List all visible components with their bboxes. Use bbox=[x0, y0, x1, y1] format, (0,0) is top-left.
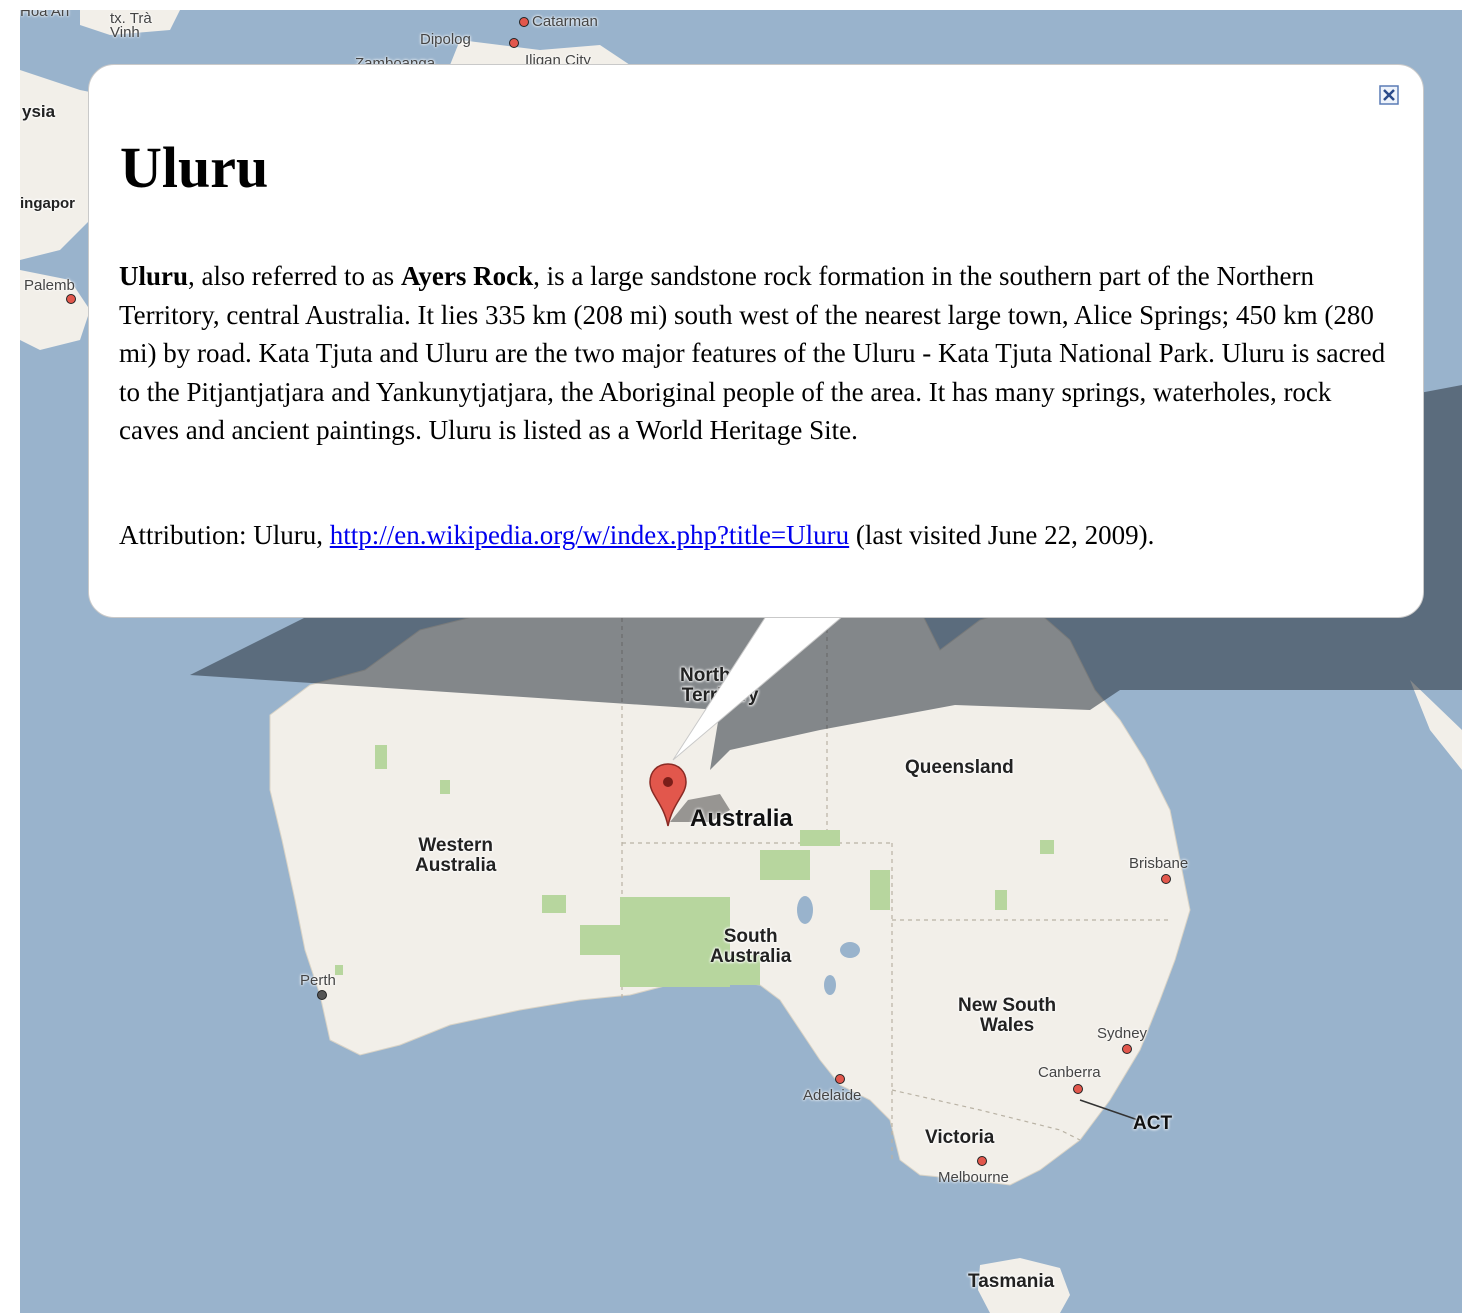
region-label-western-australia: Western Australia bbox=[415, 835, 497, 876]
island-landmass bbox=[1410, 680, 1462, 770]
city-dot-melbourne bbox=[977, 1156, 987, 1166]
city-label-dipolog: Dipolog bbox=[420, 31, 471, 48]
region-label-act: ACT bbox=[1133, 1113, 1173, 1134]
city-dot-catarman bbox=[519, 17, 529, 27]
city-label-tra-vinh: tx. Trà Vinh bbox=[110, 10, 152, 41]
attribution-prefix: Attribution: Uluru, bbox=[119, 520, 330, 550]
info-window: Uluru Uluru, also referred to as Ayers R… bbox=[88, 64, 1424, 618]
wikipedia-link[interactable]: http://en.wikipedia.org/w/index.php?titl… bbox=[330, 520, 849, 550]
city-label-adelaide: Adelaide bbox=[803, 1087, 862, 1104]
city-label-canberra: Canberra bbox=[1038, 1064, 1101, 1081]
region-label-tasmania: Tasmania bbox=[968, 1271, 1055, 1292]
city-label-hoa-an: Hoa An bbox=[20, 10, 70, 20]
city-label-catarman: Catarman bbox=[532, 13, 598, 30]
country-label: Australia bbox=[690, 805, 793, 832]
region-label-malaysia: ysia bbox=[22, 102, 56, 121]
city-label-perth: Perth bbox=[300, 972, 336, 989]
infowindow-tail bbox=[672, 600, 855, 761]
info-window-description: Uluru, also referred to as Ayers Rock, i… bbox=[119, 257, 1389, 450]
region-label-singapore: ingapor bbox=[20, 195, 75, 212]
city-dot-brisbane bbox=[1161, 874, 1171, 884]
city-dot-perth bbox=[317, 990, 327, 1000]
map-pin-icon[interactable] bbox=[648, 762, 688, 832]
region-label-victoria: Victoria bbox=[925, 1127, 995, 1148]
city-label-sydney: Sydney bbox=[1097, 1025, 1148, 1042]
info-window-title: Uluru bbox=[120, 135, 269, 200]
city-label-brisbane: Brisbane bbox=[1129, 855, 1189, 872]
city-label-melbourne: Melbourne bbox=[938, 1169, 1009, 1186]
city-dot-dipolog bbox=[509, 38, 519, 48]
attribution-suffix: (last visited June 22, 2009). bbox=[849, 520, 1155, 550]
close-icon[interactable] bbox=[1379, 85, 1399, 105]
city-dot-canberra bbox=[1073, 1084, 1083, 1094]
bold-term-uluru: Uluru bbox=[119, 261, 189, 291]
city-label-palembang: Palemb bbox=[24, 277, 75, 294]
region-label-new-south-wales: New South Wales bbox=[958, 995, 1057, 1036]
attribution: Attribution: Uluru, http://en.wikipedia.… bbox=[119, 516, 1409, 554]
city-dot-adelaide bbox=[835, 1074, 845, 1084]
city-dot-palembang bbox=[66, 294, 76, 304]
description-text: , also referred to as bbox=[188, 261, 401, 291]
city-dot-sydney bbox=[1122, 1044, 1132, 1054]
region-label-south-australia: South Australia bbox=[710, 926, 792, 967]
bold-term-ayers-rock: Ayers Rock bbox=[400, 261, 534, 291]
region-label-queensland: Queensland bbox=[905, 757, 1014, 778]
